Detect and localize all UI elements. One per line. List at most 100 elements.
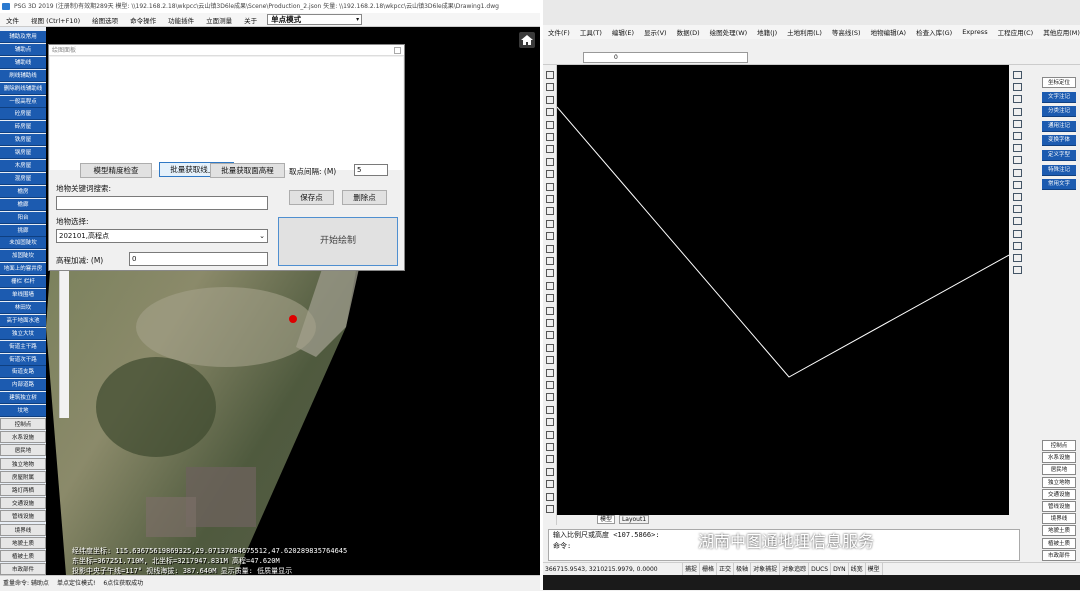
right-panel-category[interactable]: 水系设施 <box>1042 452 1076 464</box>
tool-icon[interactable] <box>546 505 554 513</box>
tool-icon[interactable] <box>546 281 554 290</box>
delete-point-button[interactable]: 删除点 <box>342 190 387 205</box>
tab-layout1[interactable]: Layout1 <box>618 515 650 524</box>
right-panel-item[interactable]: 分类注记 <box>1042 106 1076 118</box>
right-panel-category[interactable]: 管线设施 <box>1042 501 1076 512</box>
right-panel-item[interactable]: 定义字型 <box>1042 150 1076 161</box>
right-panel-category[interactable]: 境界线 <box>1042 513 1076 525</box>
cad-drawing-canvas[interactable] <box>556 65 1010 515</box>
tool-icon[interactable] <box>546 356 554 365</box>
left-panel-category[interactable]: 市政部件 <box>0 563 46 576</box>
left-panel-item[interactable]: 独立大坟 <box>0 327 46 340</box>
tool-icon[interactable] <box>546 83 554 92</box>
left-panel-item[interactable]: 辅助线 <box>0 56 46 69</box>
tool-icon[interactable] <box>1013 193 1022 201</box>
left-panel-category[interactable]: 控制点 <box>0 418 46 430</box>
tool-icon[interactable] <box>546 467 554 476</box>
status-toggle[interactable]: 栅格 <box>700 563 718 575</box>
tool-icon[interactable] <box>546 306 554 315</box>
left-panel-item[interactable]: 钢房屋 <box>0 147 46 160</box>
cad-menu-item[interactable]: 绘图处理(W) <box>705 27 753 37</box>
tool-icon[interactable] <box>546 343 554 352</box>
tool-icon[interactable] <box>1013 132 1022 140</box>
cad-menu-item[interactable]: 数据(D) <box>672 27 705 37</box>
tool-icon[interactable] <box>1013 180 1022 189</box>
left-panel-category[interactable]: 独立地物 <box>0 457 46 470</box>
tool-icon[interactable] <box>546 108 554 117</box>
right-panel-item[interactable]: 文字注记 <box>1042 91 1076 103</box>
cad-menu-item[interactable]: 土地利用(L) <box>782 27 827 37</box>
menu-command[interactable]: 命令操作 <box>124 15 162 25</box>
left-panel-item[interactable]: 木房屋 <box>0 160 46 172</box>
tool-icon[interactable] <box>546 71 554 79</box>
interval-input[interactable]: 5 <box>354 164 388 176</box>
tool-icon[interactable] <box>546 232 554 241</box>
tool-icon[interactable] <box>546 145 554 154</box>
left-panel-item[interactable]: 加固陡坎 <box>0 250 46 263</box>
left-panel-category[interactable]: 植被土质 <box>0 550 46 562</box>
tool-icon[interactable] <box>546 257 554 265</box>
menu-about[interactable]: 关于 <box>238 15 263 25</box>
home-icon[interactable] <box>519 32 535 48</box>
keyword-search-input[interactable] <box>56 196 268 210</box>
tool-icon[interactable] <box>546 319 554 327</box>
right-panel-category[interactable]: 植被土质 <box>1042 537 1076 549</box>
batch-face-height-button[interactable]: 批量获取面高程 <box>210 163 285 178</box>
tool-icon[interactable] <box>546 393 554 402</box>
tool-icon[interactable] <box>546 195 554 203</box>
left-panel-item[interactable]: 未加固陡坎 <box>0 237 46 250</box>
right-panel-item[interactable]: 常用文字 <box>1042 179 1076 191</box>
left-panel-item[interactable]: 街道支路 <box>0 366 46 379</box>
feature-select[interactable]: 202101,高程点 ⌄ <box>56 229 268 243</box>
dialog-close-icon[interactable] <box>394 47 401 54</box>
left-panel-category[interactable]: 水系设施 <box>0 431 46 444</box>
cad-menu-item[interactable]: 地籍(J) <box>752 27 782 37</box>
tool-icon[interactable] <box>1013 168 1022 177</box>
left-panel-item[interactable]: 高于地面水池 <box>0 314 46 327</box>
tool-icon[interactable] <box>1013 83 1022 92</box>
right-panel-item[interactable]: 变换字体 <box>1042 135 1076 147</box>
left-panel-item[interactable]: 辅助点 <box>0 43 46 56</box>
left-panel-item[interactable]: 街道次干路 <box>0 353 46 366</box>
left-panel-item[interactable]: 删除刷线辅助线 <box>0 82 46 95</box>
tool-icon[interactable] <box>546 418 554 427</box>
save-point-button[interactable]: 保存点 <box>289 190 334 205</box>
left-panel-item[interactable]: 混房屋 <box>0 172 46 185</box>
left-panel-item[interactable]: 檐房 <box>0 185 46 198</box>
cad-menu-item[interactable]: 工具(T) <box>575 27 607 37</box>
cad-menu-item[interactable]: Express <box>957 28 992 36</box>
status-toggle[interactable]: 对象捕捉 <box>751 563 781 575</box>
tool-icon[interactable] <box>546 331 554 340</box>
cad-menu-item[interactable]: 文件(F) <box>543 27 575 37</box>
left-panel-item[interactable]: 栅栏 栏杆 <box>0 276 46 289</box>
left-panel-item[interactable]: 坟地 <box>0 405 46 418</box>
tool-icon[interactable] <box>1013 156 1022 165</box>
tool-icon[interactable] <box>1013 266 1022 275</box>
tool-icon[interactable] <box>1013 107 1022 116</box>
left-panel-item[interactable]: 砼房屋 <box>0 108 46 121</box>
tool-icon[interactable] <box>546 207 554 216</box>
tool-icon[interactable] <box>1013 95 1022 104</box>
left-panel-category[interactable]: 交通设施 <box>0 497 46 510</box>
status-toggle[interactable]: 线宽 <box>849 563 866 575</box>
tool-icon[interactable] <box>546 492 554 501</box>
cad-menu-item[interactable]: 地物编辑(A) <box>866 27 912 37</box>
left-panel-item[interactable]: 建筑独立树 <box>0 392 46 405</box>
left-panel-category[interactable]: 居民地 <box>0 444 46 457</box>
tool-icon[interactable] <box>1013 71 1022 79</box>
left-panel-category[interactable]: 地貌土质 <box>0 536 46 549</box>
tool-icon[interactable] <box>1013 119 1022 128</box>
left-panel-category[interactable]: 管线设施 <box>0 510 46 523</box>
tool-icon[interactable] <box>546 182 554 191</box>
right-panel-category[interactable]: 独立地物 <box>1042 476 1076 488</box>
right-panel-item[interactable]: 通用注记 <box>1042 120 1076 132</box>
left-panel-item[interactable]: 辅助及常用 <box>0 31 46 43</box>
tool-icon[interactable] <box>546 120 554 129</box>
mode-select[interactable]: 单点模式 <box>267 14 363 25</box>
tool-icon[interactable] <box>546 95 554 104</box>
cad-menu-item[interactable]: 检查入库(G) <box>911 27 957 37</box>
left-panel-item[interactable]: 单线围墙 <box>0 289 46 301</box>
tool-icon[interactable] <box>546 170 554 179</box>
right-panel-category[interactable]: 交通设施 <box>1042 488 1076 500</box>
left-panel-item[interactable]: 铁房屋 <box>0 134 46 147</box>
